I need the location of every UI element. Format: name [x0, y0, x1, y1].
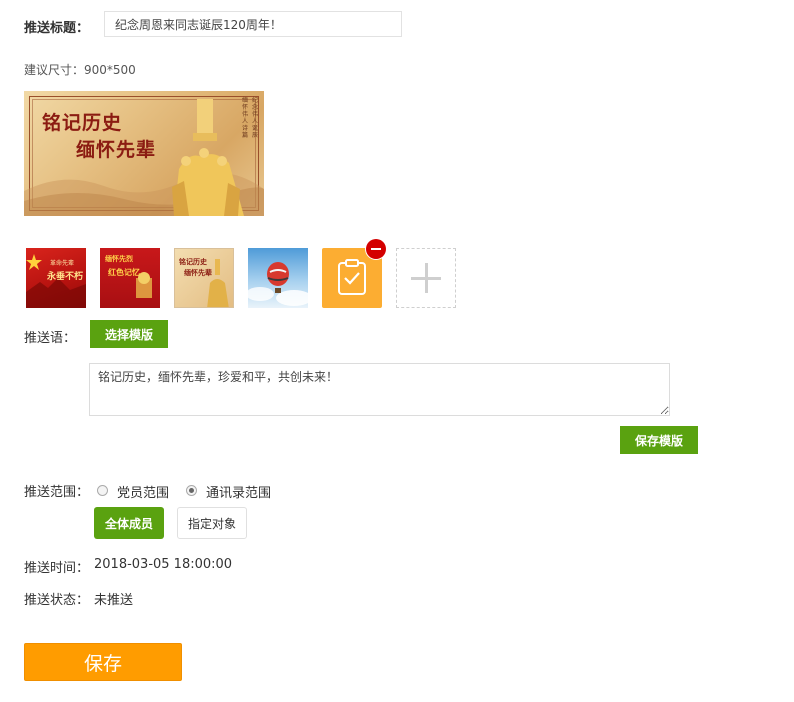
radio-contacts-label: 通讯录范围: [206, 486, 272, 501]
add-image-button[interactable]: [396, 248, 456, 308]
banner-title-2: 缅怀先辈: [76, 139, 157, 161]
radio-party-members[interactable]: 党员范围: [97, 484, 187, 501]
push-title-input[interactable]: [104, 11, 402, 37]
remove-image-button[interactable]: [366, 239, 386, 259]
specify-target-button[interactable]: 指定对象: [177, 507, 247, 539]
save-template-button[interactable]: 保存模版: [620, 426, 698, 454]
minus-icon: [371, 248, 381, 250]
thumb-hot-air-balloon[interactable]: [248, 248, 308, 308]
banner-vertical-text-b: 纪念伟人诞辰: [252, 97, 259, 139]
banner-vertical-text-a: 缅怀伟人诗篇: [242, 97, 249, 139]
push-status-label: 推送状态：: [24, 593, 90, 608]
thumb-red-banner[interactable]: 缅怀先烈 红色记忆: [100, 248, 160, 308]
radio-contacts[interactable]: 通讯录范围: [186, 484, 286, 501]
size-hint: 建议尺寸：900*500: [24, 63, 136, 77]
plus-icon: [411, 263, 441, 293]
thumb-monument[interactable]: 铭记历史 缅怀先辈: [174, 248, 234, 308]
save-button[interactable]: 保存: [24, 643, 182, 681]
push-status-value: 未推送: [94, 593, 134, 608]
push-title-label: 推送标题：: [24, 21, 90, 36]
push-scope-label: 推送范围：: [24, 485, 90, 500]
all-members-button[interactable]: 全体成员: [94, 507, 164, 539]
thumb-red-flag[interactable]: 革命先辈 永垂不朽: [26, 248, 86, 308]
push-time-value: 2018-03-05 18:00:00: [94, 557, 233, 572]
push-message-label: 推送语：: [24, 331, 77, 346]
radio-party-members-circle[interactable]: [97, 485, 108, 496]
radio-contacts-circle[interactable]: [186, 485, 197, 496]
push-message-textarea[interactable]: 铭记历史，缅怀先辈，珍爱和平，共创未来！: [89, 363, 670, 416]
push-time-label: 推送时间：: [24, 561, 90, 576]
banner-title-1: 铭记历史: [42, 112, 123, 134]
choose-template-button[interactable]: 选择模版: [90, 320, 168, 348]
radio-party-members-label: 党员范围: [117, 486, 170, 501]
banner-preview: 铭记历史 缅怀先辈 缅怀伟人诗篇 纪念伟人诞辰: [24, 91, 264, 216]
